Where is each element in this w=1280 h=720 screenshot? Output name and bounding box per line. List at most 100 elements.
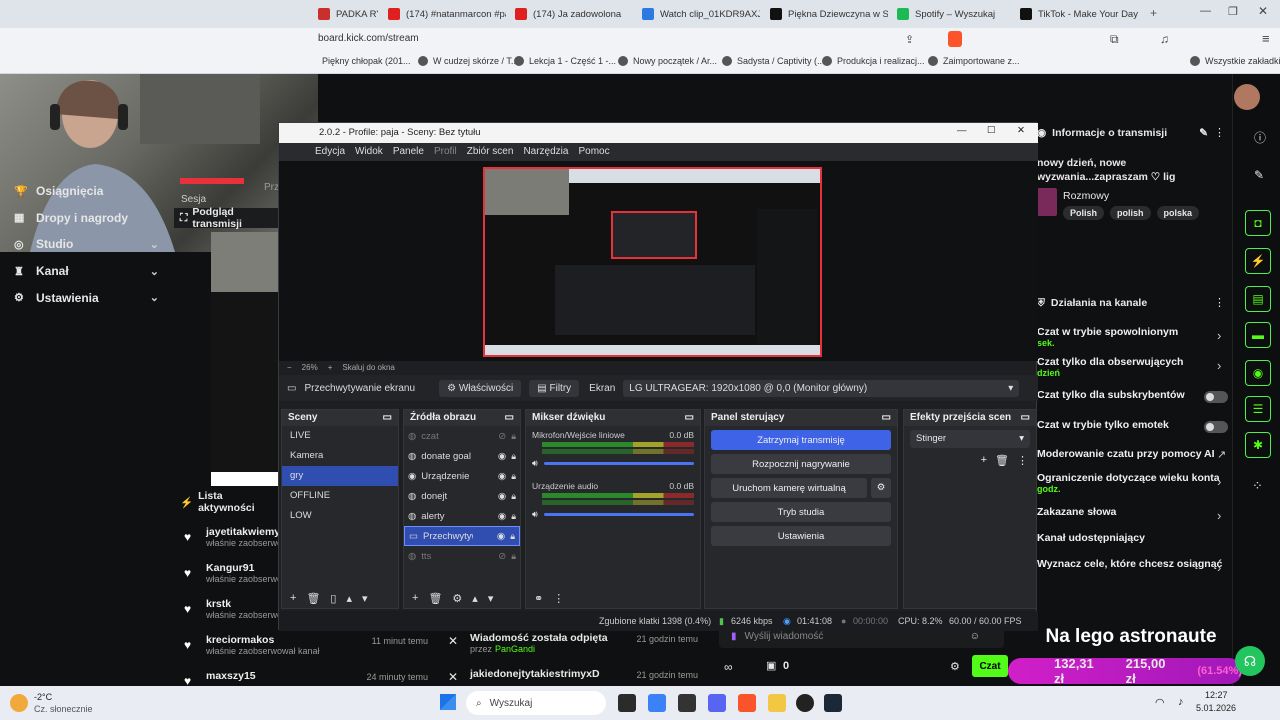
- obs-menu-item[interactable]: Pomoc: [578, 146, 609, 161]
- weather-icon[interactable]: [10, 694, 28, 712]
- channel-action[interactable]: Wyznacz cele, które chcesz osiągnąć: [1037, 558, 1232, 570]
- chevron-right-icon[interactable]: ›: [1217, 328, 1221, 343]
- eye-hidden-icon[interactable]: ⊘: [498, 551, 506, 562]
- properties-button[interactable]: ⚙ Właściwości: [439, 379, 522, 397]
- stream-tag[interactable]: polish: [1110, 206, 1151, 220]
- lock-icon[interactable]: 🔒︎: [511, 511, 516, 522]
- obs-menu-item[interactable]: Edycja: [315, 146, 345, 161]
- network-icon[interactable]: ◠: [1155, 696, 1165, 709]
- gift-box-icon[interactable]: ▣: [766, 659, 776, 672]
- support-chat-icon[interactable]: ☊: [1235, 646, 1265, 676]
- mixer-link-icon[interactable]: ⚭: [534, 592, 543, 605]
- list-tool-icon[interactable]: ☰: [1245, 396, 1271, 422]
- channel-action[interactable]: Czat w trybie tylko emotek: [1037, 419, 1232, 431]
- broadcast-tool-icon[interactable]: ◉: [1245, 360, 1271, 386]
- wrench-tool-icon[interactable]: ✱: [1245, 432, 1271, 458]
- channel-action[interactable]: Zakazane słowa: [1037, 506, 1232, 518]
- browser-tab[interactable]: Spotify – Wyszukaj: [897, 4, 1015, 24]
- bookmark-item[interactable]: Wszystkie zakładki: [1190, 56, 1280, 66]
- browser-tab[interactable]: TikTok - Make Your Day: [1020, 4, 1138, 24]
- toggle-switch[interactable]: [1204, 391, 1228, 403]
- obs-menu-item[interactable]: Profil: [434, 146, 457, 161]
- browser-tab[interactable]: (174) #natanmarcon #paje: [388, 4, 506, 24]
- obs-preview[interactable]: − 26% + Skaluj do okna: [279, 161, 1038, 372]
- pencil-icon[interactable]: ✎: [1254, 168, 1264, 182]
- chevron-right-icon[interactable]: ›: [1217, 474, 1221, 489]
- scene-item[interactable]: gry: [282, 466, 398, 486]
- brave-icon[interactable]: [738, 694, 756, 712]
- channel-action[interactable]: Czat w trybie spowolnionym sek.: [1037, 326, 1232, 348]
- copilot-icon[interactable]: [648, 694, 666, 712]
- obs-menu-item[interactable]: Zbiór scen: [467, 146, 514, 161]
- channel-action[interactable]: Czat tylko dla obserwujących dzień: [1037, 356, 1232, 378]
- obs-menu-item[interactable]: Widok: [355, 146, 383, 161]
- nav-item[interactable]: ◎ Studio ⌄: [14, 237, 159, 251]
- down-icon[interactable]: ▾: [488, 592, 494, 605]
- transition-more-icon[interactable]: ⋮: [1017, 454, 1028, 467]
- bookmark-item[interactable]: Piękny chłopak (201...: [322, 56, 411, 66]
- bookmark-item[interactable]: Sadysta / Captivity (...: [722, 56, 825, 66]
- volume-slider[interactable]: 🔊︎: [532, 458, 694, 469]
- chevron-right-icon[interactable]: ›: [1217, 508, 1221, 523]
- close-icon[interactable]: ✕: [1258, 4, 1268, 18]
- external-link-icon[interactable]: ↗: [1217, 448, 1226, 461]
- restore-icon[interactable]: ❐: [1228, 5, 1238, 18]
- stream-tag[interactable]: polska: [1156, 206, 1200, 220]
- minimize-icon[interactable]: —: [1200, 5, 1211, 17]
- add-transition-icon[interactable]: +: [981, 454, 987, 467]
- channel-action[interactable]: Kanał udostępniający: [1037, 532, 1232, 544]
- browser-tab[interactable]: PADKA RYBSCI: [318, 4, 378, 24]
- chevron-right-icon[interactable]: ›: [1217, 358, 1221, 373]
- toggle-switch[interactable]: [1204, 421, 1228, 433]
- chat-tool-icon[interactable]: ▬: [1245, 322, 1271, 348]
- filters-button[interactable]: ▤ Filtry: [529, 379, 580, 397]
- lock-icon[interactable]: 🔒︎: [511, 551, 516, 562]
- bookmark-item[interactable]: W cudzej skórze / T...: [418, 56, 518, 66]
- new-tab-icon[interactable]: +: [1150, 6, 1157, 20]
- start-icon[interactable]: [440, 694, 456, 710]
- scene-item[interactable]: LOW: [282, 506, 398, 526]
- more-icon[interactable]: ⋮: [1214, 126, 1225, 139]
- stream-tag[interactable]: Polish: [1063, 206, 1105, 220]
- undock-icon[interactable]: ▭: [383, 412, 392, 424]
- app-icon[interactable]: [678, 694, 696, 712]
- scene-item[interactable]: OFFLINE: [282, 486, 398, 506]
- delete-transition-icon[interactable]: 🗑: [995, 454, 1009, 467]
- source-item[interactable]: ◍ donejt ◉ 🔒︎: [404, 486, 520, 506]
- eye-icon[interactable]: ◉: [498, 451, 506, 462]
- avatar[interactable]: [1234, 84, 1260, 110]
- pinned-by-user[interactable]: PanGandi: [495, 644, 535, 654]
- lock-icon[interactable]: 🔒︎: [511, 491, 516, 502]
- nav-item[interactable]: ⚙ Ustawienia ⌄: [14, 291, 159, 305]
- control-button[interactable]: Tryb studia: [711, 502, 891, 522]
- bookmark-item[interactable]: Zaimportowane z...: [928, 56, 1020, 66]
- url-field[interactable]: board.kick.com/stream: [318, 33, 419, 44]
- screen-select[interactable]: LG ULTRAGEAR: 1920x1080 @ 0,0 (Monitor g…: [623, 379, 1020, 397]
- bookmark-item[interactable]: Produkcja i realizacj...: [822, 56, 925, 66]
- browser-tab[interactable]: Piękna Dziewczyna w Styl: [770, 4, 888, 24]
- filter-scene-icon[interactable]: ▯: [330, 592, 336, 605]
- control-button[interactable]: Uruchom kamerę wirtualną ⚙: [711, 478, 891, 498]
- eye-icon[interactable]: ◉: [498, 511, 506, 522]
- source-item[interactable]: ◍ alerty ◉ 🔒︎: [404, 506, 520, 526]
- brave-shield-icon[interactable]: [948, 31, 962, 47]
- discord-icon[interactable]: [708, 694, 726, 712]
- delete-scene-icon[interactable]: 🗑: [306, 592, 320, 605]
- source-item[interactable]: ▭ Przechwytyw ◉ 🔒︎: [404, 526, 520, 546]
- source-item[interactable]: ◍ donate goal ◉ 🔒︎: [404, 446, 520, 466]
- obs-minimize-icon[interactable]: —: [957, 125, 967, 136]
- browser-tab[interactable]: Watch clip_01KDR9AXJRY: [642, 4, 760, 24]
- scene-item[interactable]: LIVE: [282, 426, 398, 446]
- obs-menu-item[interactable]: Panele: [393, 146, 424, 161]
- session-tab-2[interactable]: Prz: [264, 182, 279, 193]
- channel-action[interactable]: Czat tylko dla subskrybentów: [1037, 389, 1232, 401]
- undock-icon[interactable]: ▭: [505, 412, 514, 424]
- category-label[interactable]: Rozmowy: [1063, 190, 1109, 202]
- scene-item[interactable]: Kamera: [282, 446, 398, 466]
- clipboard-tool-icon[interactable]: ▤: [1245, 286, 1271, 312]
- obs-icon[interactable]: [796, 694, 814, 712]
- emote-icon[interactable]: ☺: [970, 631, 980, 642]
- add-source-icon[interactable]: +: [412, 592, 418, 604]
- points-icon[interactable]: ∞: [724, 660, 733, 674]
- eye-icon[interactable]: ◉: [497, 531, 505, 542]
